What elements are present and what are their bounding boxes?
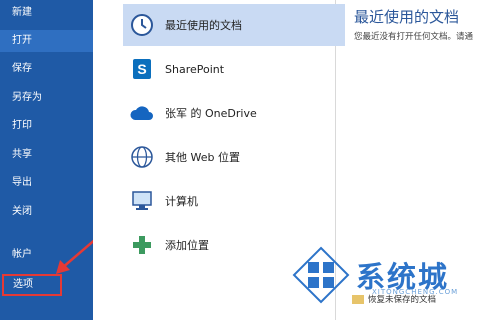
globe-icon xyxy=(129,144,155,170)
nav-print[interactable]: 打印 xyxy=(0,115,93,137)
svg-text:S: S xyxy=(137,61,146,77)
computer-icon xyxy=(129,188,155,214)
location-label: SharePoint xyxy=(165,62,225,76)
location-label: 添加位置 xyxy=(165,239,209,252)
location-label: 最近使用的文档 xyxy=(165,19,242,32)
nav-account[interactable]: 帐户 xyxy=(0,244,93,266)
location-onedrive[interactable]: 张军 的 OneDrive xyxy=(123,92,345,134)
sharepoint-icon: S xyxy=(129,56,155,82)
backstage-sidebar: 新建 打开 保存 另存为 打印 共享 导出 关闭 帐户 选项 xyxy=(0,0,93,320)
location-label: 其他 Web 位置 xyxy=(165,151,240,164)
location-computer[interactable]: 计算机 xyxy=(123,180,345,222)
nav-save[interactable]: 保存 xyxy=(0,58,93,80)
location-web[interactable]: 其他 Web 位置 xyxy=(123,136,345,178)
recent-documents-title: 最近使用的文档 xyxy=(354,8,460,26)
nav-share[interactable]: 共享 xyxy=(0,144,93,166)
nav-close[interactable]: 关闭 xyxy=(0,201,93,223)
watermark-logo-icon xyxy=(292,246,350,304)
location-recent[interactable]: 最近使用的文档 xyxy=(123,4,345,46)
nav-options[interactable]: 选项 xyxy=(2,274,62,296)
recent-documents-message: 您最近没有打开任何文档。请通 xyxy=(354,32,474,42)
nav-open[interactable]: 打开 xyxy=(0,30,93,52)
plus-icon xyxy=(129,232,155,258)
nav-new[interactable]: 新建 xyxy=(0,2,93,24)
location-sharepoint[interactable]: S SharePoint xyxy=(123,48,345,90)
watermark-subtext: XITONGCHENG.COM xyxy=(372,288,459,296)
nav-save-as[interactable]: 另存为 xyxy=(0,87,93,109)
location-label: 张军 的 OneDrive xyxy=(165,107,257,120)
location-label: 计算机 xyxy=(165,195,198,208)
nav-export[interactable]: 导出 xyxy=(0,172,93,194)
clock-icon xyxy=(129,12,155,38)
onedrive-cloud-icon xyxy=(129,100,155,126)
